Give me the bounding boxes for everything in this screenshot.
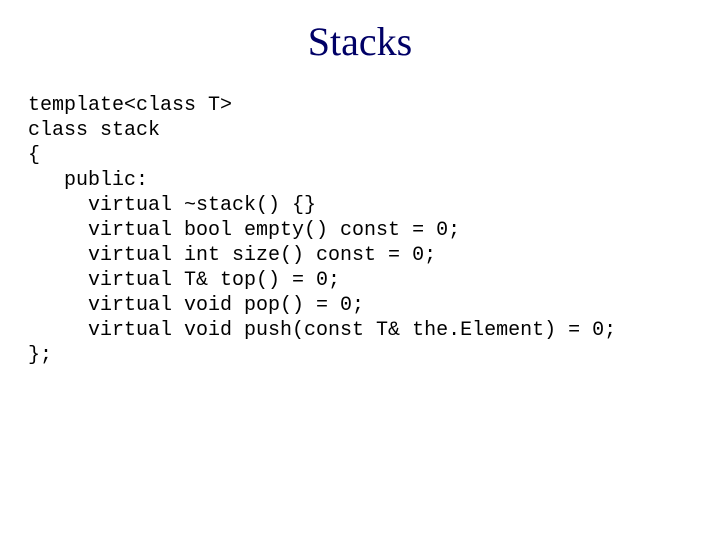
- code-line: };: [28, 344, 52, 367]
- code-line: virtual T& top() = 0;: [28, 269, 340, 292]
- code-line: virtual void pop() = 0;: [28, 294, 364, 317]
- code-line: public:: [28, 169, 148, 192]
- code-line: {: [28, 144, 40, 167]
- code-line: class stack: [28, 119, 160, 142]
- slide-title: Stacks: [0, 0, 720, 93]
- code-line: virtual int size() const = 0;: [28, 244, 436, 267]
- code-line: template<class T>: [28, 94, 232, 117]
- code-line: virtual bool empty() const = 0;: [28, 219, 460, 242]
- slide: Stacks template<class T> class stack { p…: [0, 0, 720, 540]
- code-line: virtual void push(const T& the.Element) …: [28, 319, 616, 342]
- code-block: template<class T> class stack { public: …: [0, 93, 720, 368]
- code-line: virtual ~stack() {}: [28, 194, 316, 217]
